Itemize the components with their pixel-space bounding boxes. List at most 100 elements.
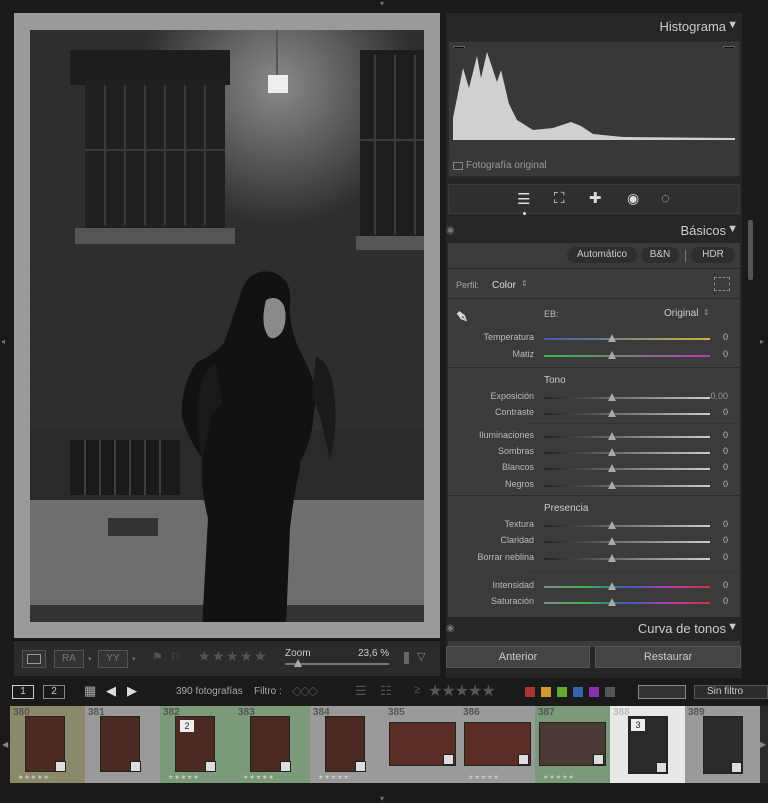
- zoom-slider-knob[interactable]: [294, 659, 302, 667]
- white-balance-eyedropper-icon[interactable]: ✒: [449, 305, 474, 331]
- slider-knob[interactable]: [608, 351, 616, 359]
- red-label-swatch[interactable]: [525, 687, 535, 697]
- filmstrip-scroll-right-icon[interactable]: ▶: [760, 740, 766, 749]
- green-label-swatch[interactable]: [557, 687, 567, 697]
- before-after-yy-button[interactable]: YY: [98, 650, 128, 668]
- filmstrip-cell[interactable]: 383 ★★★★★: [235, 706, 310, 783]
- slider-knob[interactable]: [608, 521, 616, 529]
- chevron-down-icon[interactable]: ▾: [132, 655, 136, 663]
- slider-knob[interactable]: [608, 582, 616, 590]
- reset-button[interactable]: Restaurar: [595, 646, 741, 668]
- rating-star-icon[interactable]: ★: [240, 648, 253, 665]
- healing-icon[interactable]: ✚: [589, 189, 602, 207]
- slider-value[interactable]: 0: [723, 349, 728, 359]
- slider-value[interactable]: 0: [723, 430, 728, 440]
- filmstrip-scroll-left-icon[interactable]: ◀: [2, 740, 8, 749]
- slider-value[interactable]: 0: [723, 580, 728, 590]
- hdr-button[interactable]: HDR: [691, 247, 735, 263]
- filmstrip-cell[interactable]: 385: [385, 706, 460, 783]
- slider-value[interactable]: 0: [723, 479, 728, 489]
- left-panel-toggle-icon[interactable]: ◂: [1, 338, 5, 346]
- slider-value[interactable]: 0: [723, 462, 728, 472]
- visibility-eye-icon[interactable]: ◉: [446, 623, 455, 634]
- back-arrow-icon[interactable]: ◀: [106, 683, 116, 699]
- rating-filter-stars-icon[interactable]: ★★★★★: [428, 681, 496, 701]
- top-panel-toggle-icon[interactable]: ▾: [380, 0, 384, 8]
- slider-knob[interactable]: [608, 409, 616, 417]
- tint-slider[interactable]: [544, 355, 710, 357]
- toolbar-options-chevron-icon[interactable]: ▽: [417, 650, 425, 663]
- rating-operator-icon[interactable]: ≥: [414, 684, 420, 696]
- slider-knob[interactable]: [608, 464, 616, 472]
- blacks-slider[interactable]: [544, 485, 710, 487]
- basic-header[interactable]: ◉ Básicos ▼: [446, 219, 742, 243]
- profile-select[interactable]: Color: [492, 280, 516, 291]
- clarity-slider[interactable]: [544, 541, 710, 543]
- slider-value[interactable]: 0: [723, 332, 728, 342]
- loupe-view-button[interactable]: [22, 650, 46, 668]
- updown-icon[interactable]: ⇕: [521, 279, 528, 288]
- filmstrip-cell[interactable]: 386 ★★★★★: [460, 706, 535, 783]
- updown-icon[interactable]: ⇕: [703, 308, 710, 317]
- slider-knob[interactable]: [608, 334, 616, 342]
- slider-knob[interactable]: [608, 393, 616, 401]
- none-label-swatch[interactable]: [605, 687, 615, 697]
- dehaze-slider[interactable]: [544, 558, 710, 560]
- original-photo-checkbox[interactable]: [453, 162, 463, 170]
- wb-select[interactable]: Original: [664, 308, 698, 319]
- slider-value[interactable]: 0: [723, 596, 728, 606]
- slider-knob[interactable]: [608, 598, 616, 606]
- forward-arrow-icon[interactable]: ▶: [127, 683, 137, 699]
- highlights-slider[interactable]: [544, 436, 710, 438]
- contrast-slider[interactable]: [544, 413, 710, 415]
- blue-label-swatch[interactable]: [573, 687, 583, 697]
- grid-view-icon[interactable]: ▦: [84, 683, 96, 699]
- rating-star-icon[interactable]: ★: [198, 648, 211, 665]
- filmstrip-cell[interactable]: 382 2 ★★★★★: [160, 706, 235, 783]
- vibrance-slider[interactable]: [544, 586, 710, 588]
- filter-preset-select[interactable]: Sin filtro: [694, 685, 768, 699]
- rating-star-icon[interactable]: ★: [212, 648, 225, 665]
- collapse-triangle-icon[interactable]: ▼: [727, 621, 738, 633]
- saturation-slider[interactable]: [544, 602, 710, 604]
- filmstrip-cell[interactable]: 380 ★★★★★: [10, 706, 85, 783]
- auto-button[interactable]: Automático: [567, 247, 637, 263]
- flag-filter-icon[interactable]: ◇◇◇: [292, 683, 318, 699]
- temperature-slider[interactable]: [544, 338, 710, 340]
- bw-button[interactable]: B&N: [641, 247, 679, 263]
- slider-value[interactable]: 0,00: [710, 391, 728, 401]
- purple-label-swatch[interactable]: [589, 687, 599, 697]
- slider-value[interactable]: 0: [723, 552, 728, 562]
- slider-knob[interactable]: [608, 554, 616, 562]
- flag-icon[interactable]: ⚑: [152, 650, 164, 664]
- second-window-button[interactable]: 2: [43, 685, 65, 699]
- filmstrip-cell[interactable]: 387 ★★★★★: [535, 706, 610, 783]
- whites-slider[interactable]: [544, 468, 710, 470]
- slider-knob[interactable]: [608, 448, 616, 456]
- filmstrip-cell[interactable]: 381: [85, 706, 160, 783]
- bottom-panel-toggle-icon[interactable]: ▾: [380, 795, 384, 803]
- slider-knob[interactable]: [608, 537, 616, 545]
- masking-icon[interactable]: ◌: [661, 190, 670, 207]
- slider-value[interactable]: 0: [723, 519, 728, 529]
- filmstrip-cell[interactable]: 389: [685, 706, 760, 783]
- slider-value[interactable]: 0: [723, 446, 728, 456]
- shadows-slider[interactable]: [544, 452, 710, 454]
- crop-icon[interactable]: ⛶: [554, 190, 565, 207]
- rating-star-icon[interactable]: ★: [254, 648, 267, 665]
- main-window-button[interactable]: 1: [12, 685, 34, 699]
- filmstrip-cell-selected[interactable]: 388 3: [610, 706, 685, 783]
- right-panel-scrollbar[interactable]: [748, 220, 753, 280]
- slider-value[interactable]: 0: [723, 535, 728, 545]
- right-panel-toggle-icon[interactable]: ▸: [760, 338, 764, 346]
- previous-button[interactable]: Anterior: [446, 646, 590, 668]
- edit-filter-off-icon[interactable]: ☷: [380, 683, 392, 699]
- slider-knob[interactable]: [608, 481, 616, 489]
- reject-flag-icon[interactable]: ⚐: [170, 650, 182, 664]
- histogram-header[interactable]: Histograma ▼: [446, 15, 742, 39]
- filmstrip-cell[interactable]: 384 ★★★★★: [310, 706, 385, 783]
- profile-browser-grid-icon[interactable]: [714, 277, 730, 291]
- kind-filter-buttons[interactable]: [638, 685, 686, 699]
- texture-slider[interactable]: [544, 525, 710, 527]
- main-photo[interactable]: [30, 30, 424, 622]
